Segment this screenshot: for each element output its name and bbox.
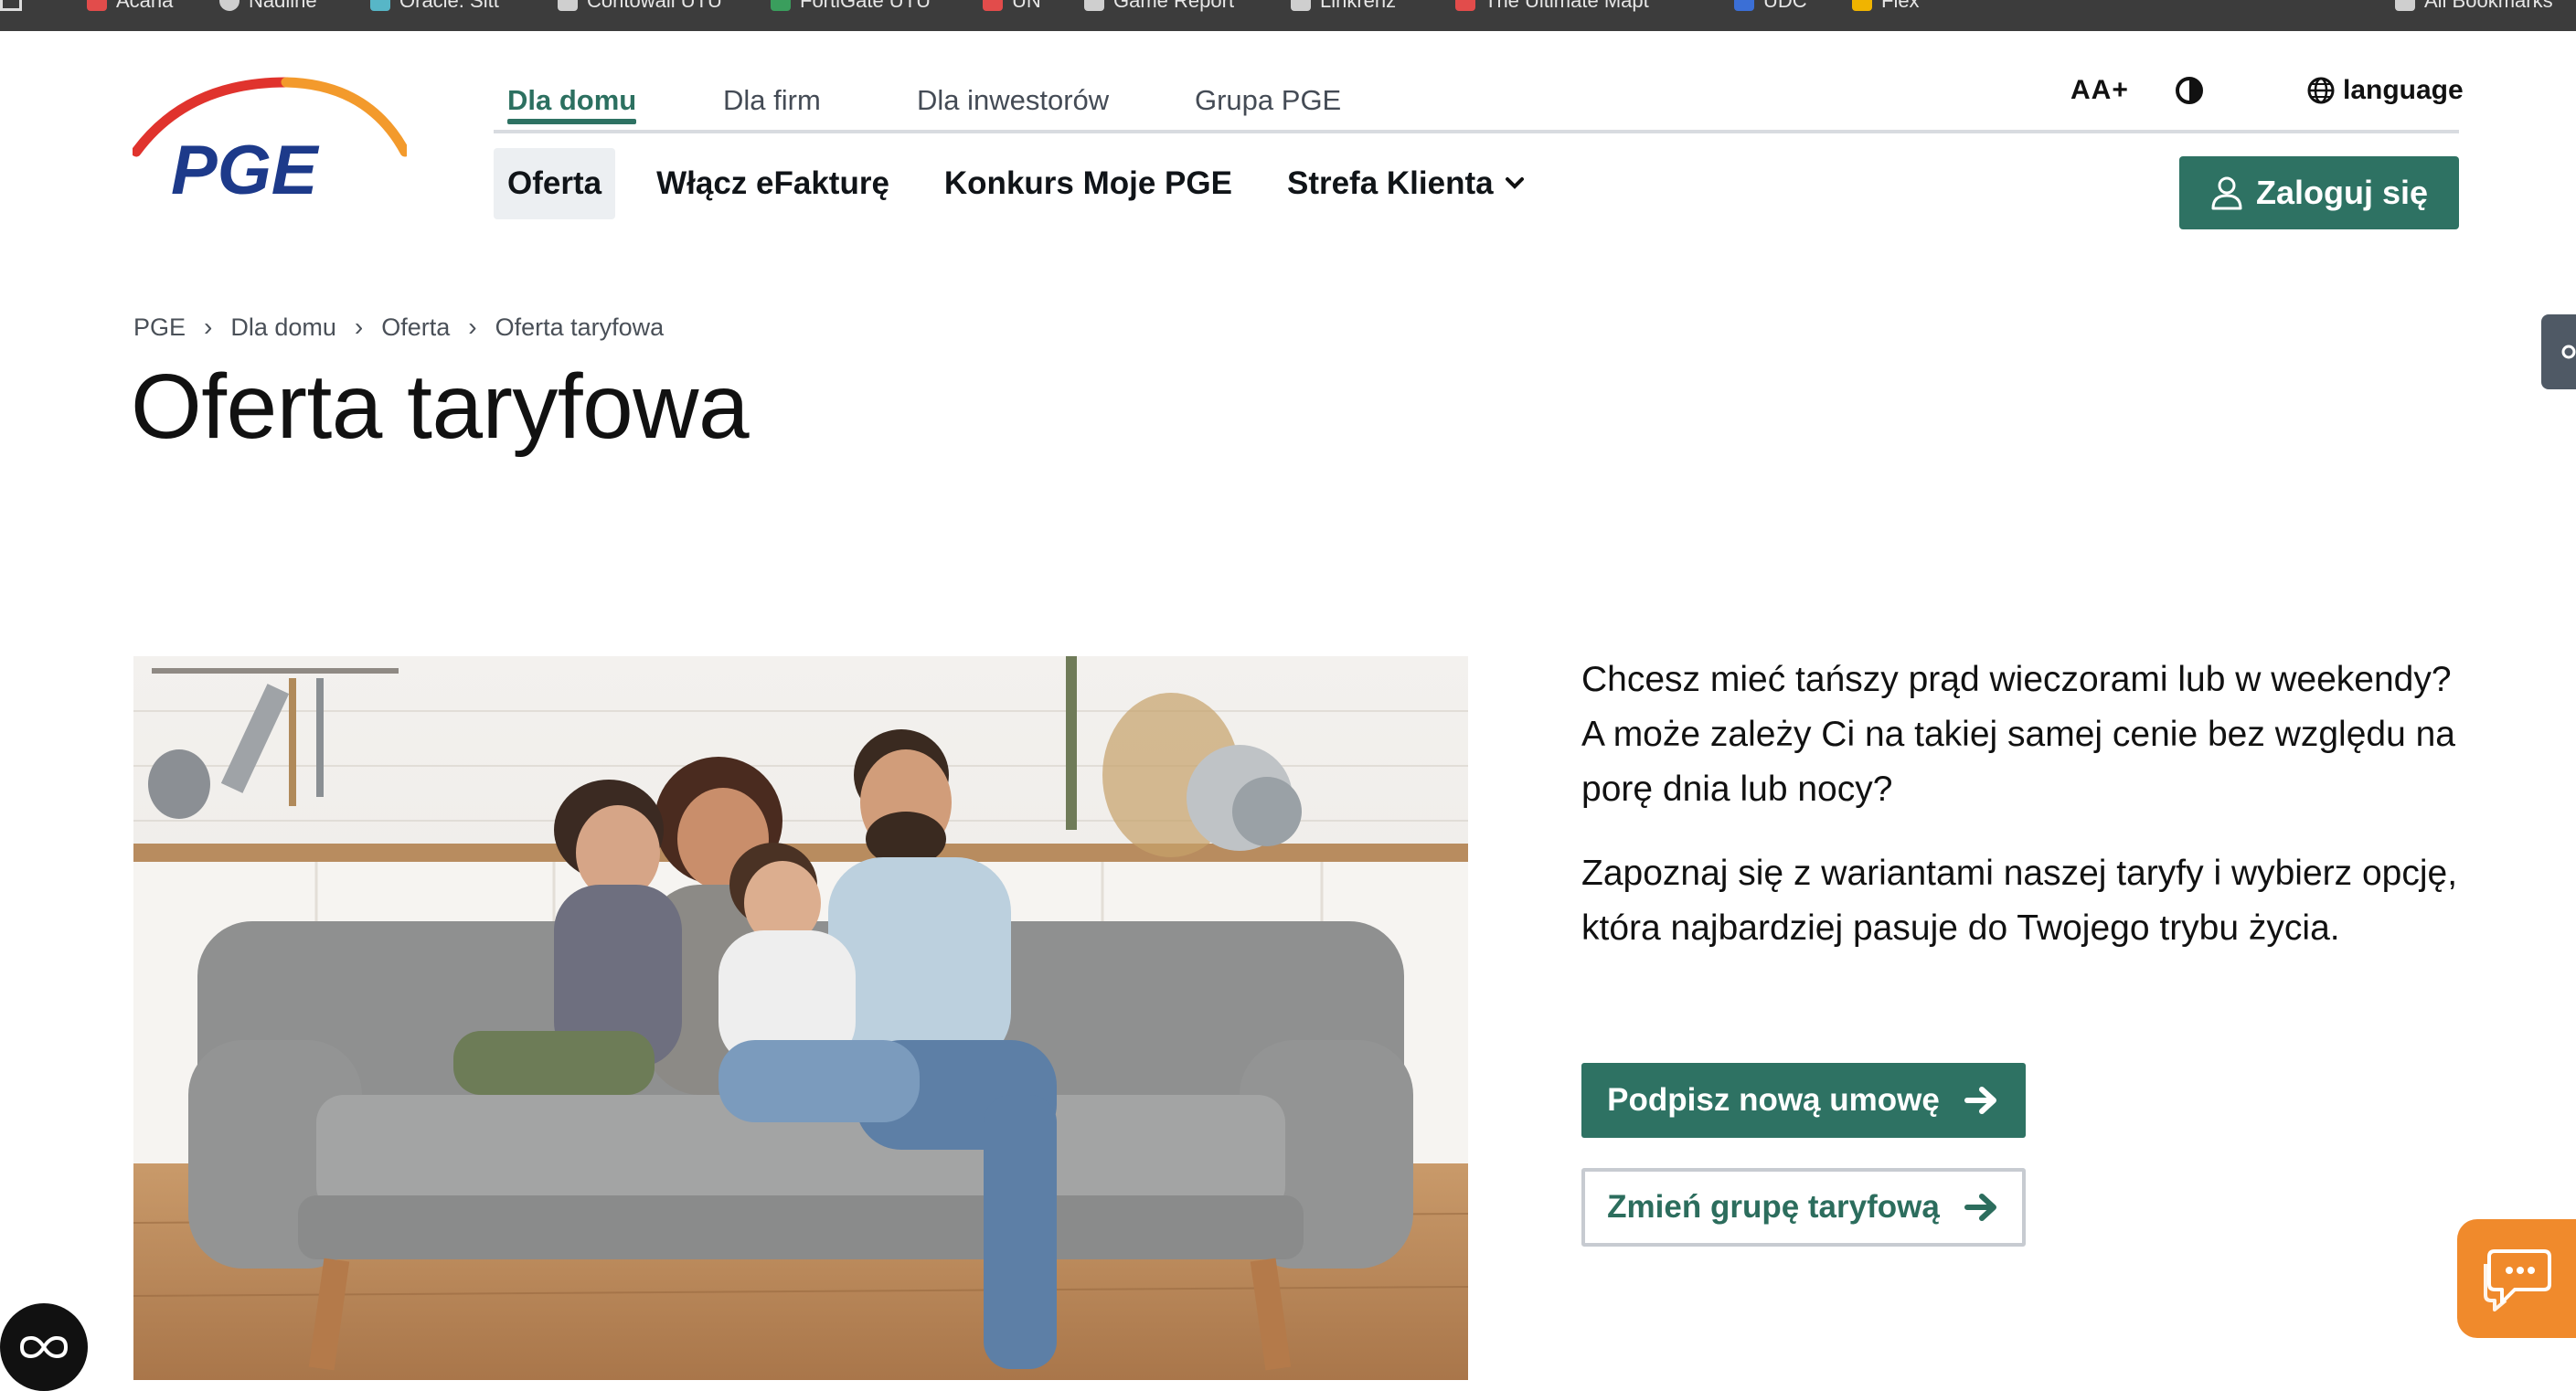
bookmark-item[interactable]: FortiGate UTU (771, 0, 931, 13)
language-selector[interactable]: language (2306, 75, 2464, 106)
chevron-right-icon: › (354, 313, 364, 341)
breadcrumb-oferta[interactable]: Oferta (381, 313, 450, 342)
apps-grid-icon[interactable] (0, 0, 22, 11)
chevron-down-icon (1505, 177, 1524, 189)
accessibility-side-tab[interactable] (2541, 314, 2576, 389)
contrast-icon (2176, 77, 2203, 104)
closed-captions-button[interactable] (0, 1303, 88, 1391)
breadcrumb-pge[interactable]: PGE (133, 313, 186, 342)
tab-dla-firm[interactable]: Dla firm (709, 80, 835, 132)
bookmark-favicon-icon (558, 0, 578, 11)
breadcrumb-dla-domu[interactable]: Dla domu (230, 313, 336, 342)
nav-konkurs-moje-pge[interactable]: Konkurs Moje PGE (931, 148, 1246, 219)
tab-dla-domu[interactable]: Dla domu (494, 80, 650, 132)
nav-strefa-klienta[interactable]: Strefa Klienta (1273, 148, 1538, 219)
bookmark-item[interactable]: Acana (87, 0, 173, 13)
bookmark-favicon-icon (771, 0, 791, 11)
bookmark-favicon-icon (370, 0, 390, 11)
change-tariff-group-button[interactable]: Zmień grupę taryfową (1581, 1168, 2026, 1247)
bookmarks-bar: Acana Nadilne Oracle. Sitt Contowall UTU… (0, 0, 2576, 31)
breadcrumb-current: Oferta taryfowa (495, 313, 665, 341)
bookmark-item[interactable]: All Bookmarks (2395, 0, 2553, 13)
infinity-icon (19, 1335, 69, 1359)
user-icon (2211, 176, 2242, 210)
nav-oferta[interactable]: Oferta (494, 148, 616, 219)
breadcrumb: PGE › Dla domu › Oferta › Oferta taryfow… (133, 313, 664, 342)
bookmark-item[interactable]: Oracle. Sitt (370, 0, 499, 13)
tab-dla-inwestorow[interactable]: Dla inwestorów (903, 80, 1123, 132)
bookmark-item[interactable]: Contowall UTU (558, 0, 722, 13)
bookmark-favicon-icon (983, 0, 1003, 11)
link-icon (2561, 345, 2576, 359)
chevron-right-icon: › (204, 313, 213, 341)
main-navigation: Oferta Włącz eFakturę Konkurs Moje PGE S… (494, 148, 1566, 219)
top-navigation: Dla domu Dla firm Dla inwestorów Grupa P… (494, 80, 2459, 135)
bookmark-favicon-icon (87, 0, 107, 11)
bookmark-favicon-icon (1734, 0, 1754, 11)
chevron-right-icon: › (468, 313, 477, 341)
nav-wlacz-efakture[interactable]: Włącz eFakturę (643, 148, 903, 219)
pge-logo[interactable]: PGE (131, 77, 410, 209)
chat-bubble-icon (2484, 1249, 2551, 1311)
bookmark-item[interactable]: UDC (1734, 0, 1807, 13)
arrow-right-icon (1964, 1087, 1996, 1114)
contrast-toggle[interactable] (2174, 75, 2205, 106)
globe-icon (2307, 77, 2335, 104)
intro-paragraph-1: Chcesz mieć tańszy prąd wieczorami lub w… (1581, 660, 2455, 809)
bookmark-item[interactable]: UN (983, 0, 1041, 13)
bookmark-item[interactable]: Nadilne (219, 0, 317, 13)
sign-new-contract-label: Podpisz nową umowę (1607, 1082, 1940, 1118)
login-button[interactable]: Zaloguj się (2179, 156, 2459, 229)
bookmark-item[interactable]: Flex (1852, 0, 1920, 13)
bookmark-favicon-icon (1455, 0, 1475, 11)
bookmark-item[interactable]: Linkrenz (1291, 0, 1396, 13)
pge-logo-graphic: PGE (131, 77, 410, 209)
bookmark-favicon-icon (1291, 0, 1311, 11)
chat-widget-button[interactable] (2457, 1219, 2576, 1338)
bookmark-item[interactable]: Game Report (1084, 0, 1234, 13)
bookmark-favicon-icon (1084, 0, 1104, 11)
folder-icon (2395, 0, 2415, 11)
bookmark-favicon-icon (1852, 0, 1872, 11)
topnav-divider (494, 130, 2459, 133)
change-tariff-group-label: Zmień grupę taryfową (1607, 1189, 1940, 1225)
arrow-right-icon (1964, 1194, 1996, 1221)
hero-image-family-on-sofa (133, 656, 1468, 1380)
bookmark-item[interactable]: The Ultimate Mapt (1455, 0, 1649, 13)
page-title: Oferta taryfowa (131, 356, 750, 458)
language-label: language (2343, 75, 2464, 105)
intro-paragraph-2: Zapoznaj się z wariantami naszej taryfy … (1581, 854, 2458, 948)
bookmark-favicon-icon (219, 0, 240, 11)
svg-text:PGE: PGE (171, 132, 320, 205)
tab-grupa-pge[interactable]: Grupa PGE (1181, 80, 1355, 132)
login-button-label: Zaloguj się (2255, 174, 2429, 211)
sign-new-contract-button[interactable]: Podpisz nową umowę (1581, 1063, 2026, 1138)
font-size-toggle[interactable]: AA+ (2070, 75, 2129, 106)
font-size-label: AA+ (2070, 75, 2129, 105)
